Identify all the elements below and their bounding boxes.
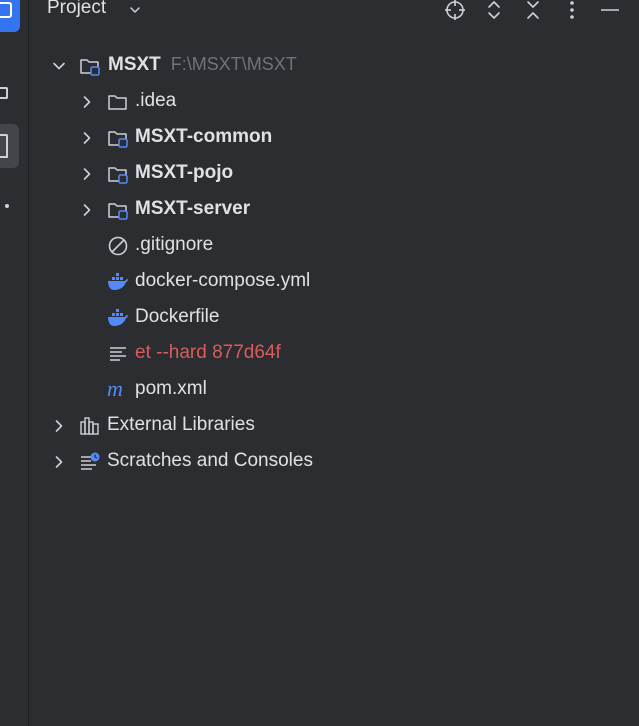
chevron-right-icon[interactable] bbox=[52, 419, 66, 433]
tree-row-et-hard[interactable]: et --hard 877d64f bbox=[29, 336, 639, 372]
project-tool-window: Project MSXT F:\MSXT\MSXT .idea MSXT-com… bbox=[0, 0, 639, 726]
tree-row-dockerfile[interactable]: Dockerfile bbox=[29, 300, 639, 336]
tree-label-gitignore: .gitignore bbox=[135, 234, 214, 255]
tree-label-msxt-common: MSXT-common bbox=[135, 126, 273, 147]
tree-row-gitignore[interactable]: .gitignore bbox=[29, 228, 639, 264]
tool-window-strip bbox=[0, 0, 29, 726]
docker-icon bbox=[108, 309, 128, 326]
maven-icon: m bbox=[107, 379, 123, 401]
minimize-icon bbox=[601, 9, 619, 11]
project-view-selector[interactable]: Project bbox=[47, 0, 106, 19]
project-root-name: MSXT bbox=[108, 54, 161, 75]
crosshair-icon bbox=[445, 0, 465, 20]
tree-row-idea[interactable]: .idea bbox=[29, 84, 639, 120]
tree-row-msxt[interactable]: MSXT F:\MSXT\MSXT bbox=[29, 48, 639, 84]
hide-button[interactable] bbox=[598, 0, 622, 22]
module-folder-icon bbox=[80, 59, 100, 76]
expand-all-button[interactable] bbox=[482, 0, 506, 22]
tree-row-pom[interactable]: m pom.xml bbox=[29, 372, 639, 408]
tree-label-external-libraries: External Libraries bbox=[107, 414, 255, 435]
tree-row-msxt-common[interactable]: MSXT-common bbox=[29, 120, 639, 156]
collapse-all-button[interactable] bbox=[521, 0, 545, 22]
module-folder-icon bbox=[108, 167, 128, 184]
svg-text:m: m bbox=[107, 379, 123, 401]
structure-icon[interactable] bbox=[0, 87, 8, 99]
chevron-right-icon[interactable] bbox=[80, 95, 94, 109]
tree-row-docker-compose[interactable]: docker-compose.yml bbox=[29, 264, 639, 300]
tree-label-msxt-pojo: MSXT-pojo bbox=[135, 162, 234, 183]
ignore-file-icon bbox=[108, 236, 128, 256]
folder-icon bbox=[108, 95, 127, 110]
module-folder-icon bbox=[108, 203, 128, 220]
chevron-down-icon[interactable] bbox=[128, 3, 142, 17]
chevron-right-icon[interactable] bbox=[52, 455, 66, 469]
tree-row-msxt-server[interactable]: MSXT-server bbox=[29, 192, 639, 228]
tree-label-idea: .idea bbox=[135, 90, 177, 111]
library-icon bbox=[80, 417, 99, 435]
tree-row-scratches[interactable]: Scratches and Consoles bbox=[29, 444, 639, 480]
options-button[interactable] bbox=[560, 0, 584, 22]
tool-window-header: Project bbox=[29, 0, 639, 24]
folder-icon bbox=[0, 2, 12, 18]
tree-row-external-libraries[interactable]: External Libraries bbox=[29, 408, 639, 444]
tree-label-scratches: Scratches and Consoles bbox=[107, 450, 313, 471]
more-vertical-icon bbox=[570, 1, 574, 19]
collapse-all-icon bbox=[527, 1, 539, 19]
locate-file-button[interactable] bbox=[443, 0, 467, 22]
chevron-right-icon[interactable] bbox=[80, 203, 94, 217]
text-file-icon bbox=[110, 347, 126, 361]
project-tool-button[interactable] bbox=[0, 0, 20, 32]
project-root-path: F:\MSXT\MSXT bbox=[170, 54, 297, 74]
expand-all-icon bbox=[488, 1, 500, 19]
bookmark-icon bbox=[0, 134, 8, 158]
chevron-down-icon[interactable] bbox=[52, 59, 66, 73]
tree-label-et-hard: et --hard 877d64f bbox=[135, 342, 281, 363]
module-folder-icon bbox=[108, 131, 128, 148]
chevron-right-icon[interactable] bbox=[80, 167, 94, 181]
tree-label-msxt: MSXT F:\MSXT\MSXT bbox=[108, 54, 297, 76]
tree-row-msxt-pojo[interactable]: MSXT-pojo bbox=[29, 156, 639, 192]
more-tools-icon[interactable] bbox=[5, 204, 9, 208]
tree-label-docker-compose: docker-compose.yml bbox=[135, 270, 311, 291]
chevron-right-icon[interactable] bbox=[80, 131, 94, 145]
scratches-icon bbox=[81, 452, 100, 470]
docker-icon bbox=[108, 273, 128, 290]
tree-label-pom: pom.xml bbox=[135, 378, 207, 399]
tree-label-msxt-server: MSXT-server bbox=[135, 198, 251, 219]
tree-label-dockerfile: Dockerfile bbox=[135, 306, 220, 327]
